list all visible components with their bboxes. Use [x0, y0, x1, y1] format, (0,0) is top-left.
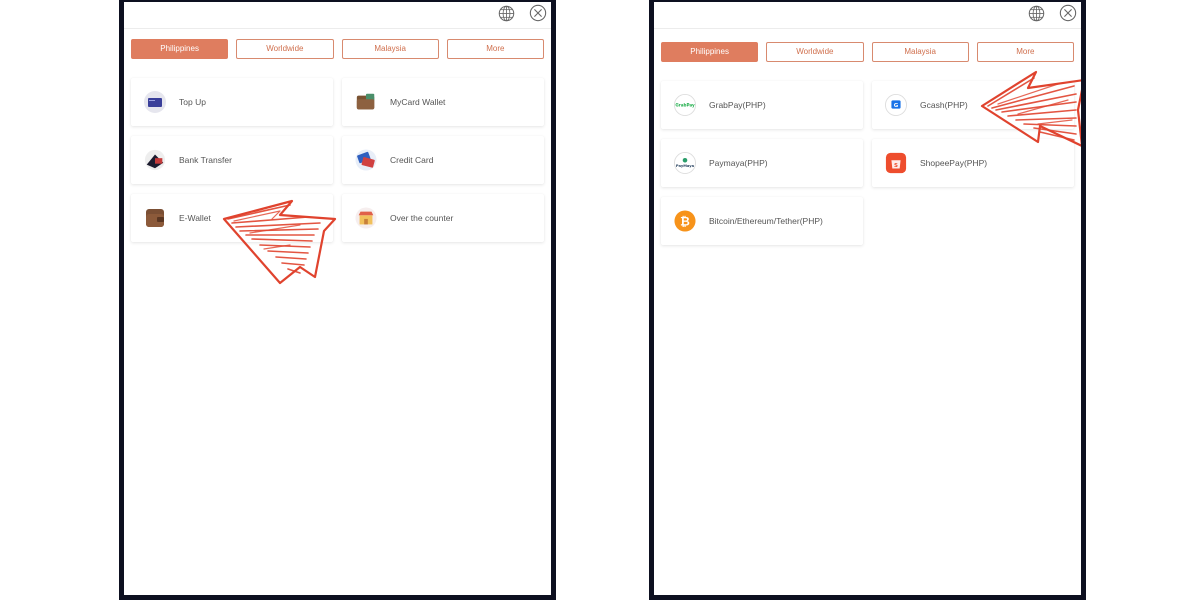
- method-label: Paymaya(PHP): [709, 158, 768, 168]
- method-bitcoin-ethereum-tether[interactable]: ₿ Bitcoin/Ethereum/Tether(PHP): [661, 197, 863, 245]
- paymaya-logo-text: PayMaya: [676, 164, 695, 168]
- region-tabs: Philippines Worldwide Malaysia More: [661, 42, 1074, 62]
- tab-more[interactable]: More: [976, 42, 1074, 62]
- tab-philippines[interactable]: Philippines: [131, 39, 229, 59]
- method-label: Over the counter: [390, 213, 454, 223]
- top-bar: [124, 2, 551, 29]
- gcash-icon: G: [885, 94, 907, 116]
- payment-method-grid: GrabPay GrabPay(PHP) G Gcash(PHP) PayMay: [661, 81, 1074, 245]
- payment-method-grid: Top Up MyCard Wallet Bank Transfer Credi…: [131, 78, 544, 242]
- close-icon[interactable]: [529, 4, 547, 22]
- method-label: ShopeePay(PHP): [920, 158, 988, 168]
- method-label: MyCard Wallet: [390, 97, 446, 107]
- method-paymaya[interactable]: PayMaya Paymaya(PHP): [661, 139, 863, 187]
- close-icon[interactable]: [1059, 4, 1077, 22]
- method-label: Gcash(PHP): [920, 100, 968, 110]
- method-label: Bank Transfer: [179, 155, 232, 165]
- gcash-logo-text: G: [894, 103, 899, 109]
- method-gcash[interactable]: G Gcash(PHP): [872, 81, 1074, 129]
- method-e-wallet[interactable]: E-Wallet: [131, 194, 333, 242]
- method-credit-card[interactable]: Credit Card: [342, 136, 544, 184]
- method-label: Bitcoin/Ethereum/Tether(PHP): [709, 216, 823, 226]
- bank-transfer-icon: [144, 149, 166, 171]
- region-tabs: Philippines Worldwide Malaysia More: [131, 39, 544, 59]
- bitcoin-logo-text: ₿: [680, 215, 690, 229]
- method-shopeepay[interactable]: S ShopeePay(PHP): [872, 139, 1074, 187]
- tab-more[interactable]: More: [446, 39, 544, 59]
- method-label: Top Up: [179, 97, 206, 107]
- shopeepay-icon: S: [885, 152, 907, 174]
- tab-worldwide[interactable]: Worldwide: [236, 39, 334, 59]
- phone-screen-left: Philippines Worldwide Malaysia More Top …: [119, 0, 556, 600]
- method-label: Credit Card: [390, 155, 434, 165]
- tab-worldwide[interactable]: Worldwide: [766, 42, 864, 62]
- globe-icon[interactable]: [1028, 5, 1045, 22]
- credit-card-icon: [355, 149, 377, 171]
- method-top-up[interactable]: Top Up: [131, 78, 333, 126]
- store-icon: [355, 207, 377, 229]
- bitcoin-icon: ₿: [674, 210, 696, 232]
- shopee-logo-text: S: [894, 163, 898, 169]
- method-label: E-Wallet: [179, 213, 211, 223]
- topup-card-icon: [144, 91, 166, 113]
- method-bank-transfer[interactable]: Bank Transfer: [131, 136, 333, 184]
- method-grabpay[interactable]: GrabPay GrabPay(PHP): [661, 81, 863, 129]
- grabpay-icon: GrabPay: [674, 94, 696, 116]
- globe-icon[interactable]: [498, 5, 515, 22]
- mycard-wallet-icon: [355, 91, 377, 113]
- tab-philippines[interactable]: Philippines: [661, 42, 759, 62]
- grabpay-logo-text: GrabPay: [675, 102, 695, 107]
- method-mycard-wallet[interactable]: MyCard Wallet: [342, 78, 544, 126]
- tab-malaysia[interactable]: Malaysia: [871, 42, 969, 62]
- tab-malaysia[interactable]: Malaysia: [341, 39, 439, 59]
- ewallet-icon: [144, 207, 166, 229]
- top-bar: [654, 2, 1081, 29]
- method-over-the-counter[interactable]: Over the counter: [342, 194, 544, 242]
- paymaya-icon: PayMaya: [674, 152, 696, 174]
- phone-screen-right: Philippines Worldwide Malaysia More Grab…: [649, 0, 1086, 600]
- method-label: GrabPay(PHP): [709, 100, 766, 110]
